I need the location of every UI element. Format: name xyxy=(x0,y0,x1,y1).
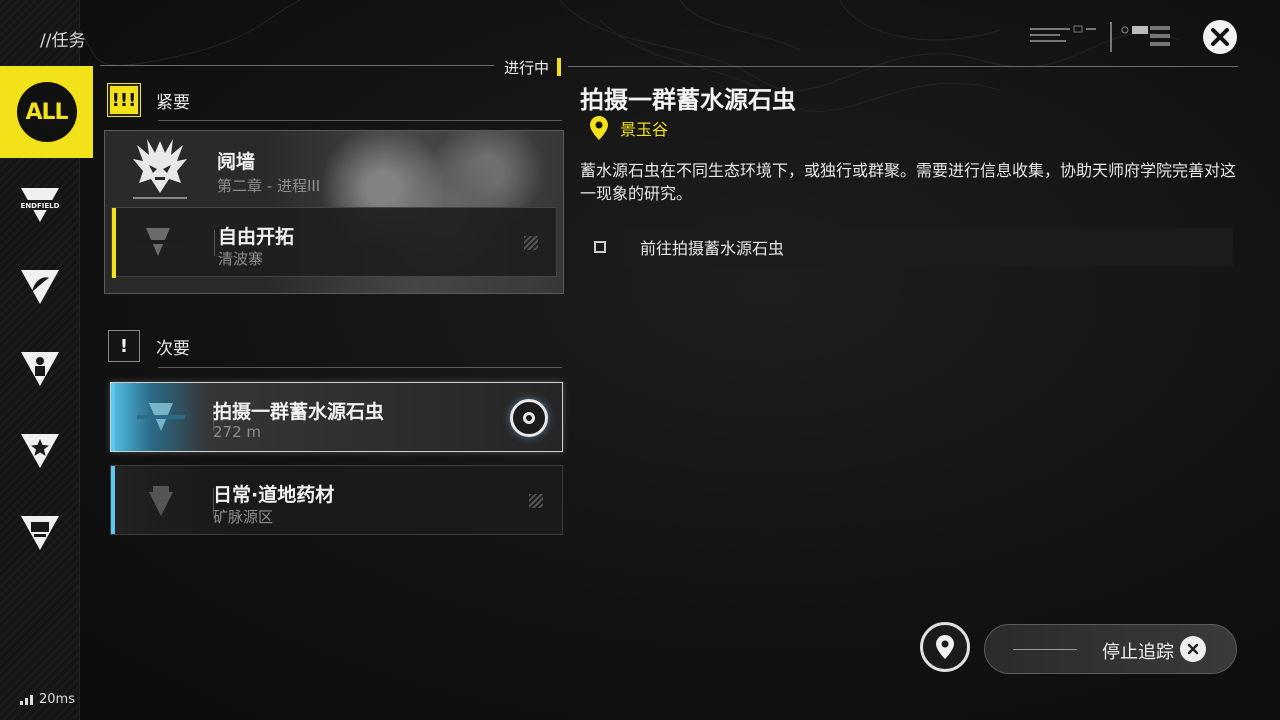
category-all-button[interactable]: ALL xyxy=(0,66,93,158)
svg-text:ENDFIELD: ENDFIELD xyxy=(21,202,60,210)
all-badge-icon: ALL xyxy=(16,82,77,142)
quest-description: 蓄水源石虫在不同生态环境下，或独行或群聚。需要进行信息收集，协助天师府学院完善对… xyxy=(580,161,1237,203)
minor-quest-title: 拍摄一群蓄水源石虫 xyxy=(213,401,385,423)
urgent-section-header: !!! 紧要 xyxy=(107,83,190,117)
close-icon xyxy=(1180,636,1206,662)
chapter-title: 阋墙 xyxy=(217,151,256,173)
category-endfield-button[interactable]: ENDFIELD xyxy=(0,164,80,246)
chapter-subtitle: 第二章 - 进程III xyxy=(217,177,321,195)
chapter-quest[interactable]: 阋墙 第二章 - 进程III xyxy=(105,131,563,205)
urgent-quest-subtitle: 清波寨 xyxy=(218,250,264,268)
minor-heading: 次要 xyxy=(156,338,190,359)
status-in-progress: 进行中 xyxy=(496,56,562,78)
gear-triangle-icon xyxy=(21,516,59,550)
minor-quest-distance: 272 m xyxy=(213,423,262,441)
hatch-decoration xyxy=(529,494,543,508)
header-divider xyxy=(100,65,494,66)
stop-tracking-label: 停止追踪 xyxy=(1102,642,1174,663)
location-pin-icon xyxy=(590,116,608,140)
signal-icon xyxy=(20,694,33,705)
close-button[interactable] xyxy=(1203,20,1237,54)
minor-quest-subtitle: 矿脉源区 xyxy=(213,508,274,526)
quest-objective: 前往拍摄蓄水源石虫 xyxy=(588,228,1233,266)
button-line-decoration xyxy=(1013,649,1077,650)
wing-triangle-icon xyxy=(21,270,59,304)
minor-accent-bar xyxy=(111,466,115,534)
minor-accent-bar xyxy=(111,383,115,451)
category-rail: ALL ENDFIELD xyxy=(0,0,93,720)
demon-mask-icon xyxy=(133,139,187,199)
urgent-quest-title: 自由开拓 xyxy=(218,226,295,248)
star-triangle-icon xyxy=(21,434,59,468)
urgent-icon: !!! xyxy=(107,83,141,117)
urgent-quest-group: 阋墙 第二章 - 进程III 自由开拓 清波寨 xyxy=(104,130,564,294)
minor-quest-title: 日常·道地药材 xyxy=(213,484,335,506)
map-button[interactable] xyxy=(920,622,970,672)
stop-tracking-button[interactable]: 停止追踪 xyxy=(984,624,1237,674)
quest-location: 景玉谷 xyxy=(590,116,668,140)
objective-text: 前往拍摄蓄水源石虫 xyxy=(624,228,1233,266)
map-pin-icon xyxy=(936,635,954,659)
ping-value: 20ms xyxy=(39,692,75,707)
urgent-quest-card[interactable]: 自由开拓 清波寨 xyxy=(111,207,557,278)
quest-detail-title: 拍摄一群蓄水源石虫 xyxy=(580,86,796,114)
person-triangle-icon xyxy=(21,352,59,386)
urgent-accent-bar xyxy=(112,208,116,278)
minor-quest-card[interactable]: 日常·道地药材 矿脉源区 xyxy=(110,465,563,535)
hud-decoration-icon xyxy=(1030,22,1170,52)
page-title: //任务 xyxy=(40,31,86,51)
endfield-triangle-icon: ENDFIELD xyxy=(19,188,61,222)
category-wing-button[interactable] xyxy=(0,246,80,328)
card-divider xyxy=(214,230,215,256)
urgent-heading: 紧要 xyxy=(156,92,190,113)
objective-checkbox-icon xyxy=(594,241,606,253)
endfield-emblem-icon xyxy=(134,228,182,256)
target-icon xyxy=(523,412,535,424)
network-ping: 20ms xyxy=(20,692,75,707)
minor-divider xyxy=(158,367,562,368)
category-star-button[interactable] xyxy=(0,410,80,492)
minor-quest-card[interactable]: 拍摄一群蓄水源石虫 272 m xyxy=(110,382,563,452)
header-divider-right xyxy=(568,66,1238,67)
tracking-toggle[interactable] xyxy=(510,399,548,437)
urgent-divider xyxy=(158,120,562,121)
location-name: 景玉谷 xyxy=(620,120,669,139)
endfield-emblem-icon xyxy=(137,403,185,431)
gear-emblem-icon xyxy=(149,486,173,516)
close-icon xyxy=(1211,28,1229,46)
minor-section-header: ! 次要 xyxy=(108,330,190,362)
category-person-button[interactable] xyxy=(0,328,80,410)
hatch-decoration xyxy=(524,236,538,250)
minor-icon: ! xyxy=(108,330,140,362)
category-gear-button[interactable] xyxy=(0,492,80,574)
